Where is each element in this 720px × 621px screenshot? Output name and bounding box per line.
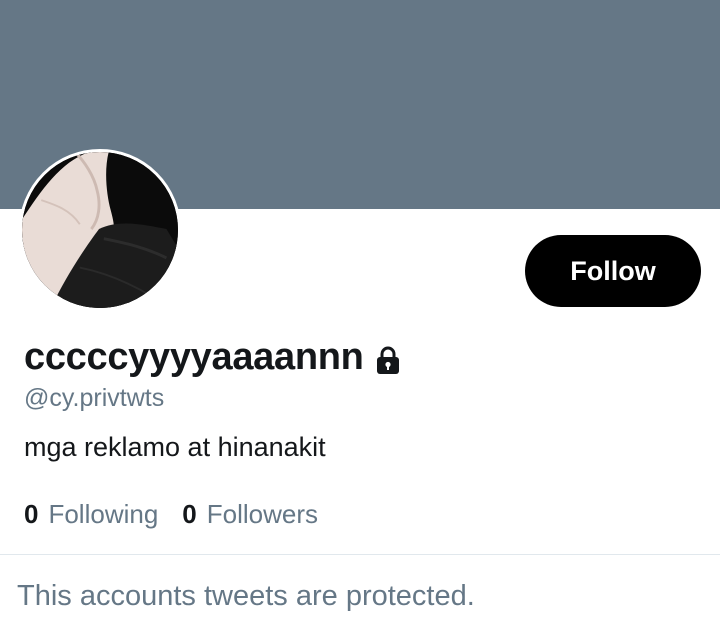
- profile-handle: @cy.privtwts: [24, 384, 165, 412]
- divider: [0, 554, 720, 555]
- display-name: cccccyyyyaaaannn: [24, 335, 364, 378]
- following-label: Following: [48, 499, 159, 529]
- profile-stats: 0 Following 0 Followers: [24, 499, 342, 530]
- avatar[interactable]: [19, 149, 181, 311]
- following-link[interactable]: 0 Following: [24, 499, 158, 530]
- followers-link[interactable]: 0 Followers: [182, 499, 318, 530]
- lock-icon: [372, 344, 404, 376]
- profile-bio: mga reklamo at hinanakit: [24, 432, 326, 462]
- protected-tweets-message: This accounts tweets are protected.: [17, 580, 475, 612]
- followers-count: 0: [182, 499, 197, 529]
- follow-button[interactable]: Follow: [525, 235, 701, 307]
- profile-page: Follow cccccyyyyaaaannn @cy.privtwts mga…: [0, 0, 720, 621]
- following-count: 0: [24, 499, 39, 529]
- followers-label: Followers: [206, 499, 319, 529]
- display-name-row: cccccyyyyaaaannn: [24, 334, 404, 380]
